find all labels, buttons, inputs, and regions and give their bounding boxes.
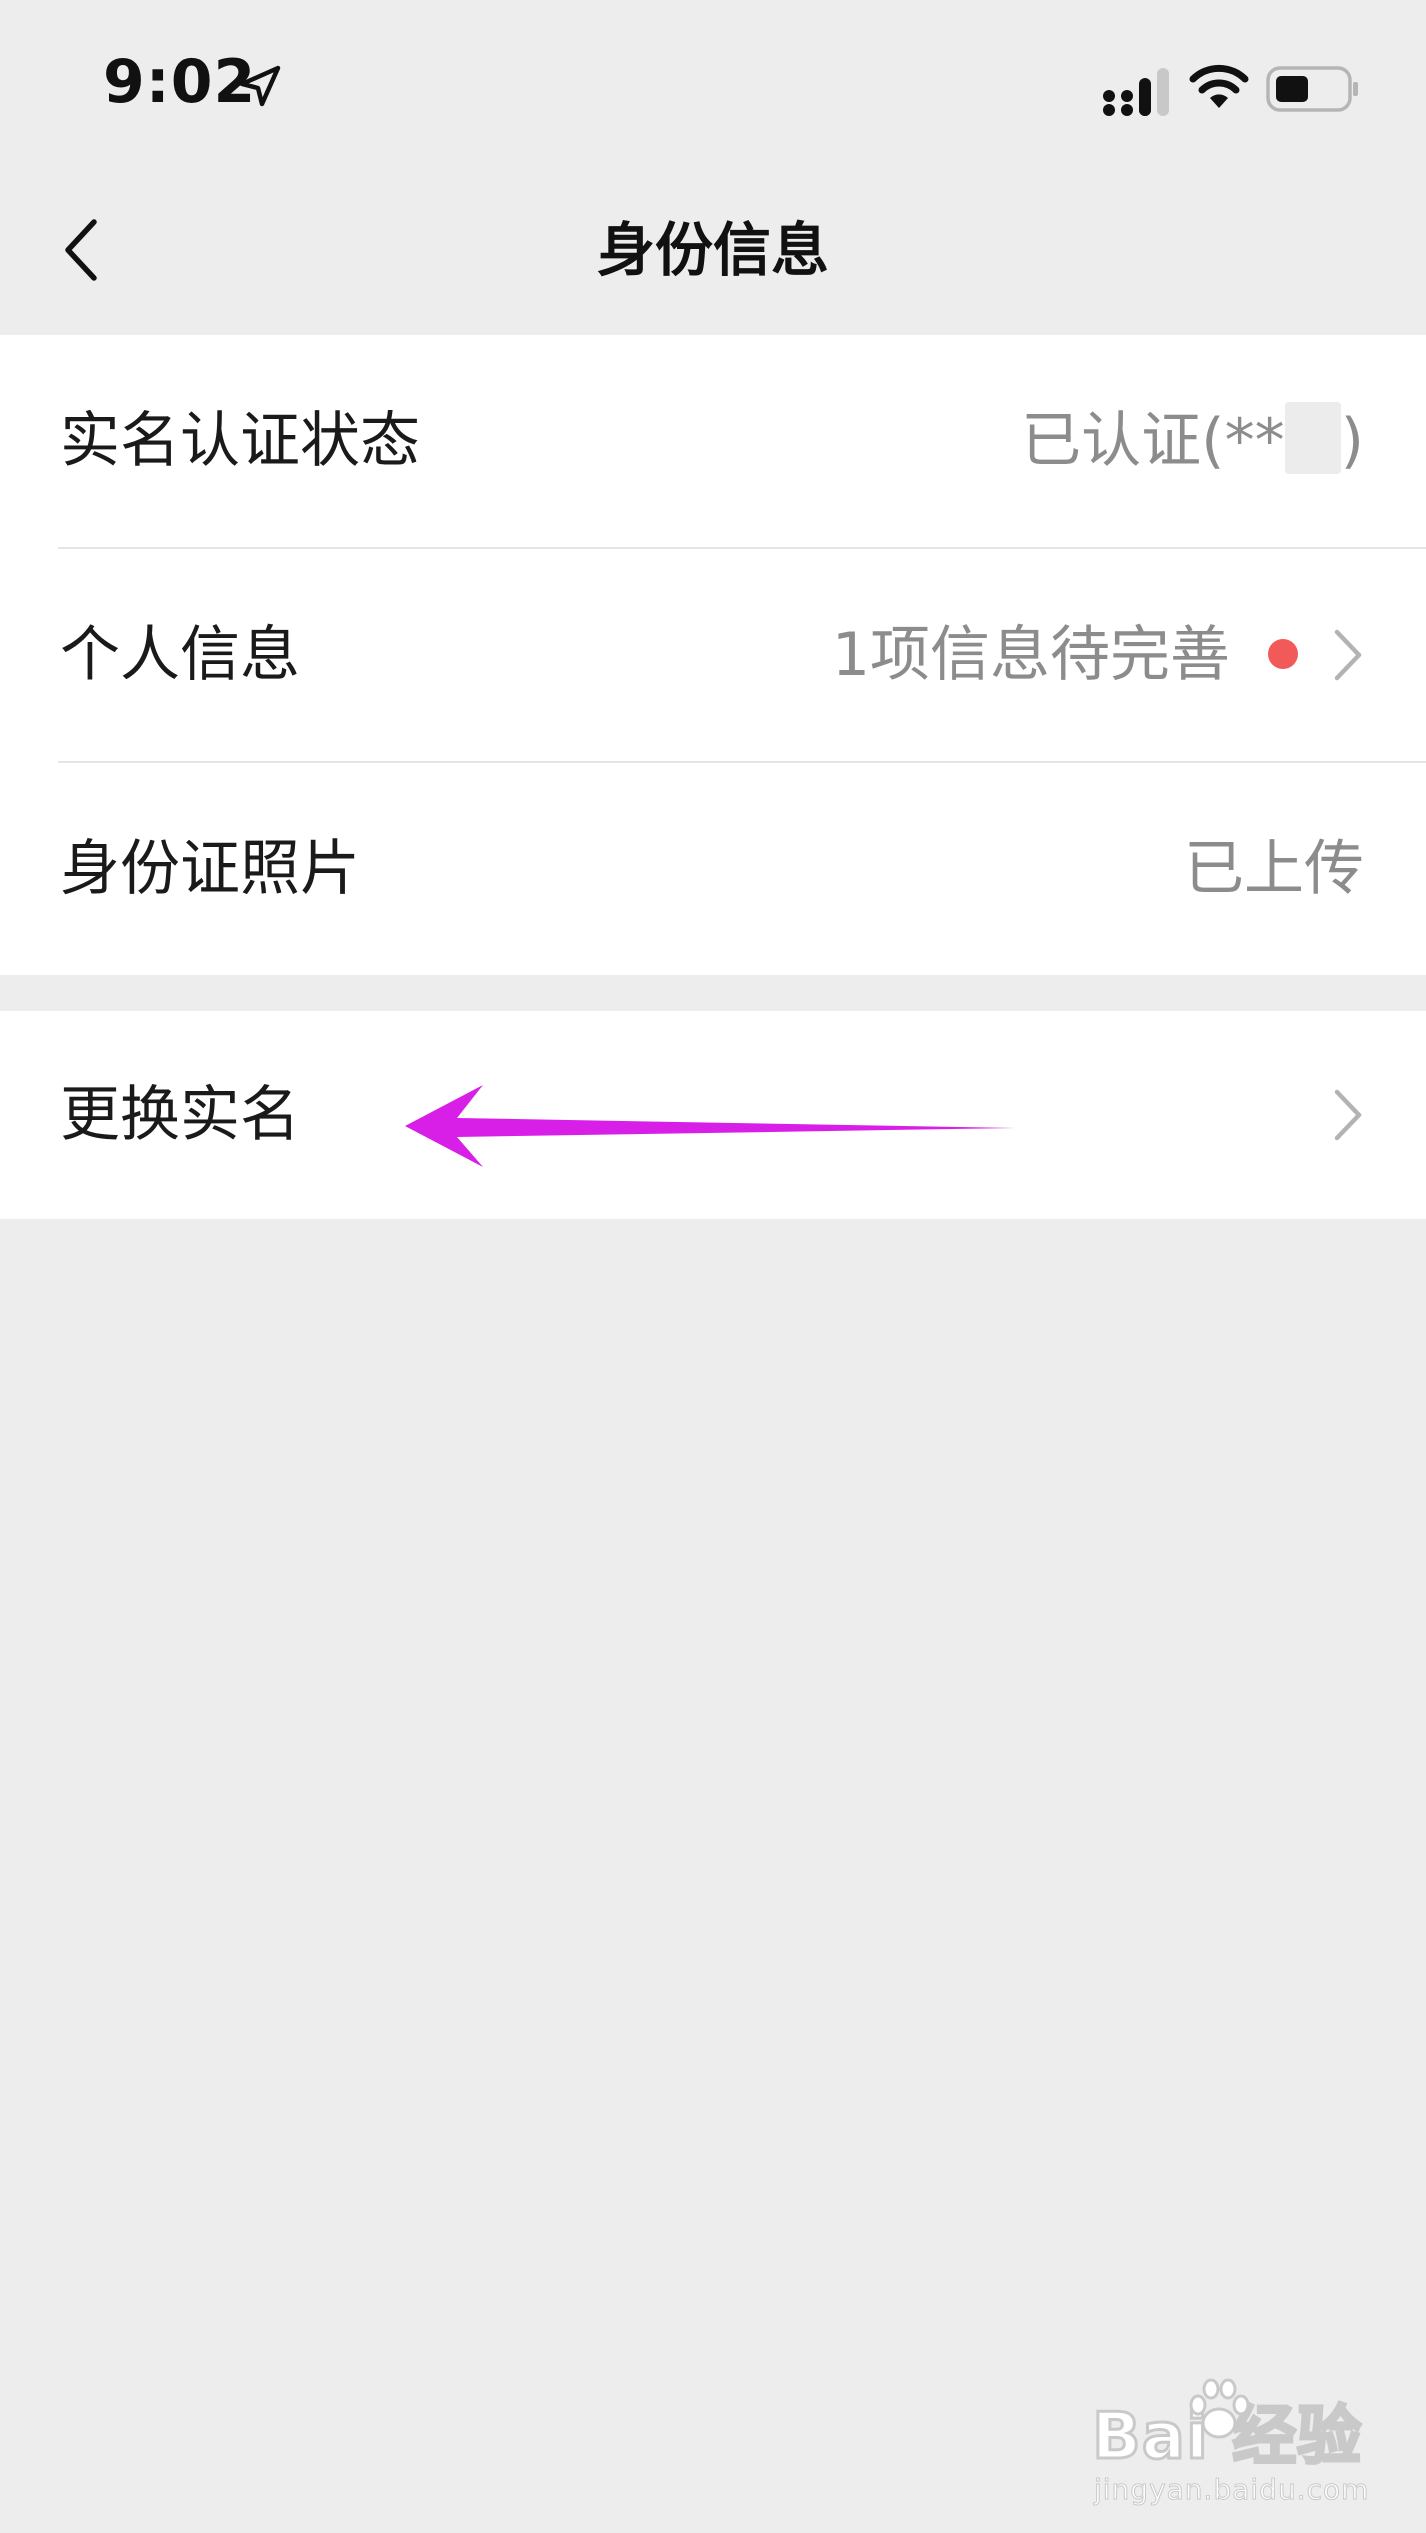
status-bar: 9:02 [0,0,1426,170]
verification-status-value: 已认证(** [1021,406,1285,476]
location-arrow-icon [239,65,281,107]
verification-status-suffix: ) [1340,406,1364,476]
cell-value: 已上传 [1184,834,1364,904]
cell-label: 身份证照片 [60,834,360,904]
signal-icon [1103,68,1169,116]
battery-icon [1266,66,1358,112]
cell-label: 实名认证状态 [60,406,420,476]
red-dot-badge [1268,639,1298,669]
cell-verification-status[interactable]: 实名认证状态 已认证(**) [0,335,1426,548]
cell-value: 1项信息待完善 [831,620,1230,690]
annotation-arrow-icon [405,1085,1015,1167]
baidu-jingyan-watermark: Bai 经验 jingyan.baidu.com [1090,2375,1369,2507]
identity-info-group: 实名认证状态 已认证(**) 个人信息 1项信息待完善 身份证照片 已上传 [0,335,1426,975]
watermark-url: jingyan.baidu.com [1093,2473,1370,2507]
page-title: 身份信息 [596,216,829,284]
cell-personal-info[interactable]: 个人信息 1项信息待完善 [0,549,1426,762]
masked-name-blur [1284,402,1341,475]
cell-value: 已认证(**) [1021,335,1364,548]
chevron-right-icon [1334,629,1362,681]
chevron-right-icon [1334,1089,1362,1141]
nav-bar: 身份信息 [0,170,1426,335]
status-time: 9:02 [103,47,257,117]
wifi-icon [1189,64,1249,108]
cell-id-photo[interactable]: 身份证照片 已上传 [0,763,1426,976]
cell-label: 更换实名 [60,1080,300,1150]
paw-icon [1189,2378,1250,2439]
cell-label: 个人信息 [60,620,300,690]
